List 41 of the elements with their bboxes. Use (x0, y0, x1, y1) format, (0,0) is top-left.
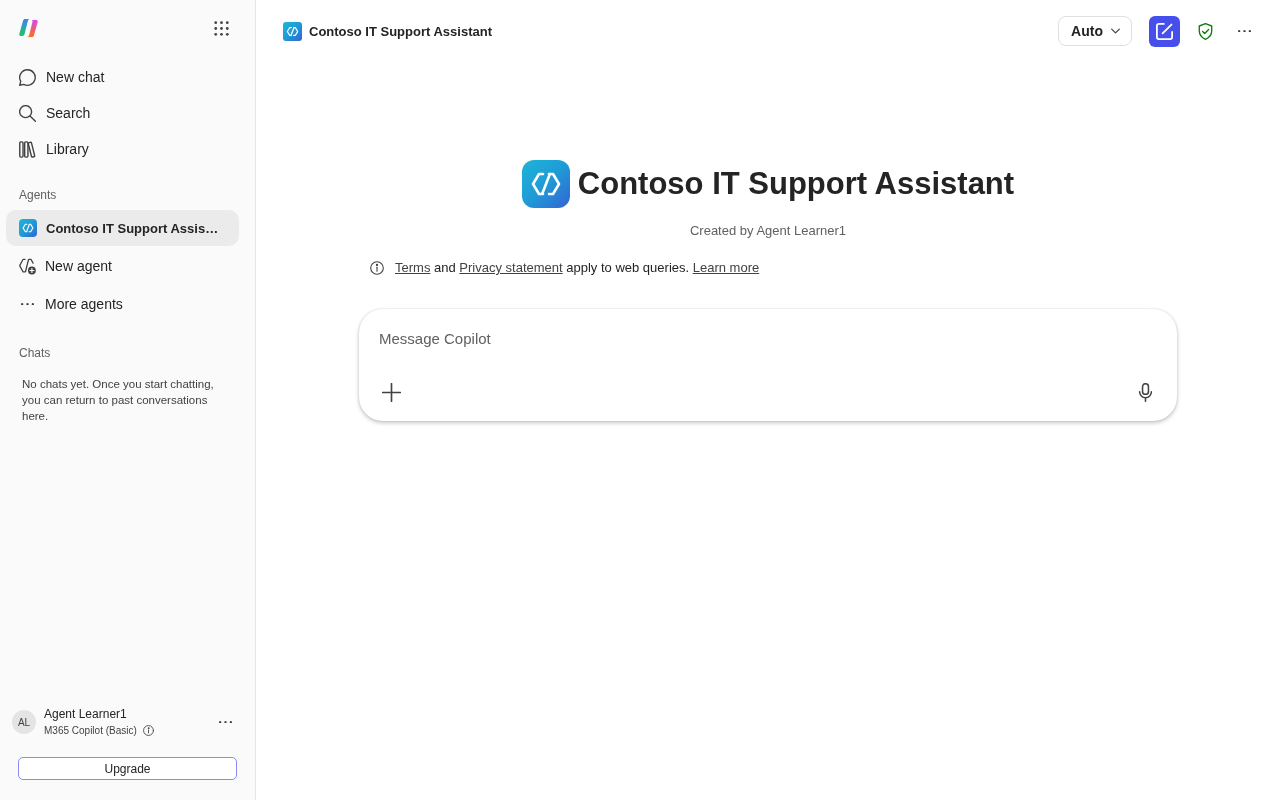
agent-item[interactable]: New agent (6, 248, 239, 284)
nav-item[interactable]: Search (6, 95, 239, 131)
notice-link[interactable]: Terms (395, 260, 431, 275)
section-heading: Agents (19, 187, 58, 203)
more-icon (21, 302, 34, 306)
upgrade-button[interactable]: Upgrade (18, 757, 237, 780)
user-avatar: AL (12, 710, 36, 734)
agent-icon (283, 21, 302, 41)
creator-text: Created by Agent Learner1 (689, 222, 847, 240)
nav-item[interactable]: Library (6, 131, 239, 167)
chevron-down-icon (1111, 28, 1120, 34)
user-name: Agent Learner1 (44, 707, 128, 722)
mode-dropdown[interactable]: Auto (1058, 16, 1132, 46)
chat-bubble-icon (19, 68, 36, 86)
agent-add-icon (19, 257, 36, 275)
agent-item[interactable]: More agents (6, 286, 239, 322)
section-heading: Chats (19, 345, 52, 361)
compose-icon (1156, 22, 1173, 40)
more-icon (1237, 29, 1251, 33)
logo-icon (19, 19, 38, 37)
plus-icon (381, 382, 401, 402)
books-icon (19, 140, 36, 158)
search-icon (19, 104, 36, 122)
agent-icon (19, 219, 37, 237)
agent-title: Contoso IT Support Assistant (309, 23, 492, 39)
nav-item[interactable]: New chat (6, 59, 239, 95)
empty-chats-text: No chats yet. Once you start chatting, you can return to past conversations here. (22, 377, 215, 424)
info-icon (370, 261, 384, 275)
apps-grid-icon (213, 20, 229, 36)
agent-name-heading: Contoso IT Support Assistant (577, 165, 1015, 203)
shield-check-icon (1196, 22, 1214, 40)
agent-item[interactable]: Contoso IT Support Assis… (6, 210, 239, 246)
info-icon (142, 725, 154, 736)
message-input[interactable]: Message Copilot (375, 327, 1161, 349)
notice-link[interactable]: Privacy statement (459, 260, 563, 275)
new-chat-button[interactable] (1149, 15, 1180, 47)
more-icon (218, 720, 232, 724)
web-query-notice: Terms and Privacy statement apply to web queries. Learn more (395, 259, 760, 277)
agent-icon (521, 160, 570, 208)
notice-link[interactable]: Learn more (692, 260, 760, 275)
user-plan: M365 Copilot (Basic) (44, 724, 137, 737)
